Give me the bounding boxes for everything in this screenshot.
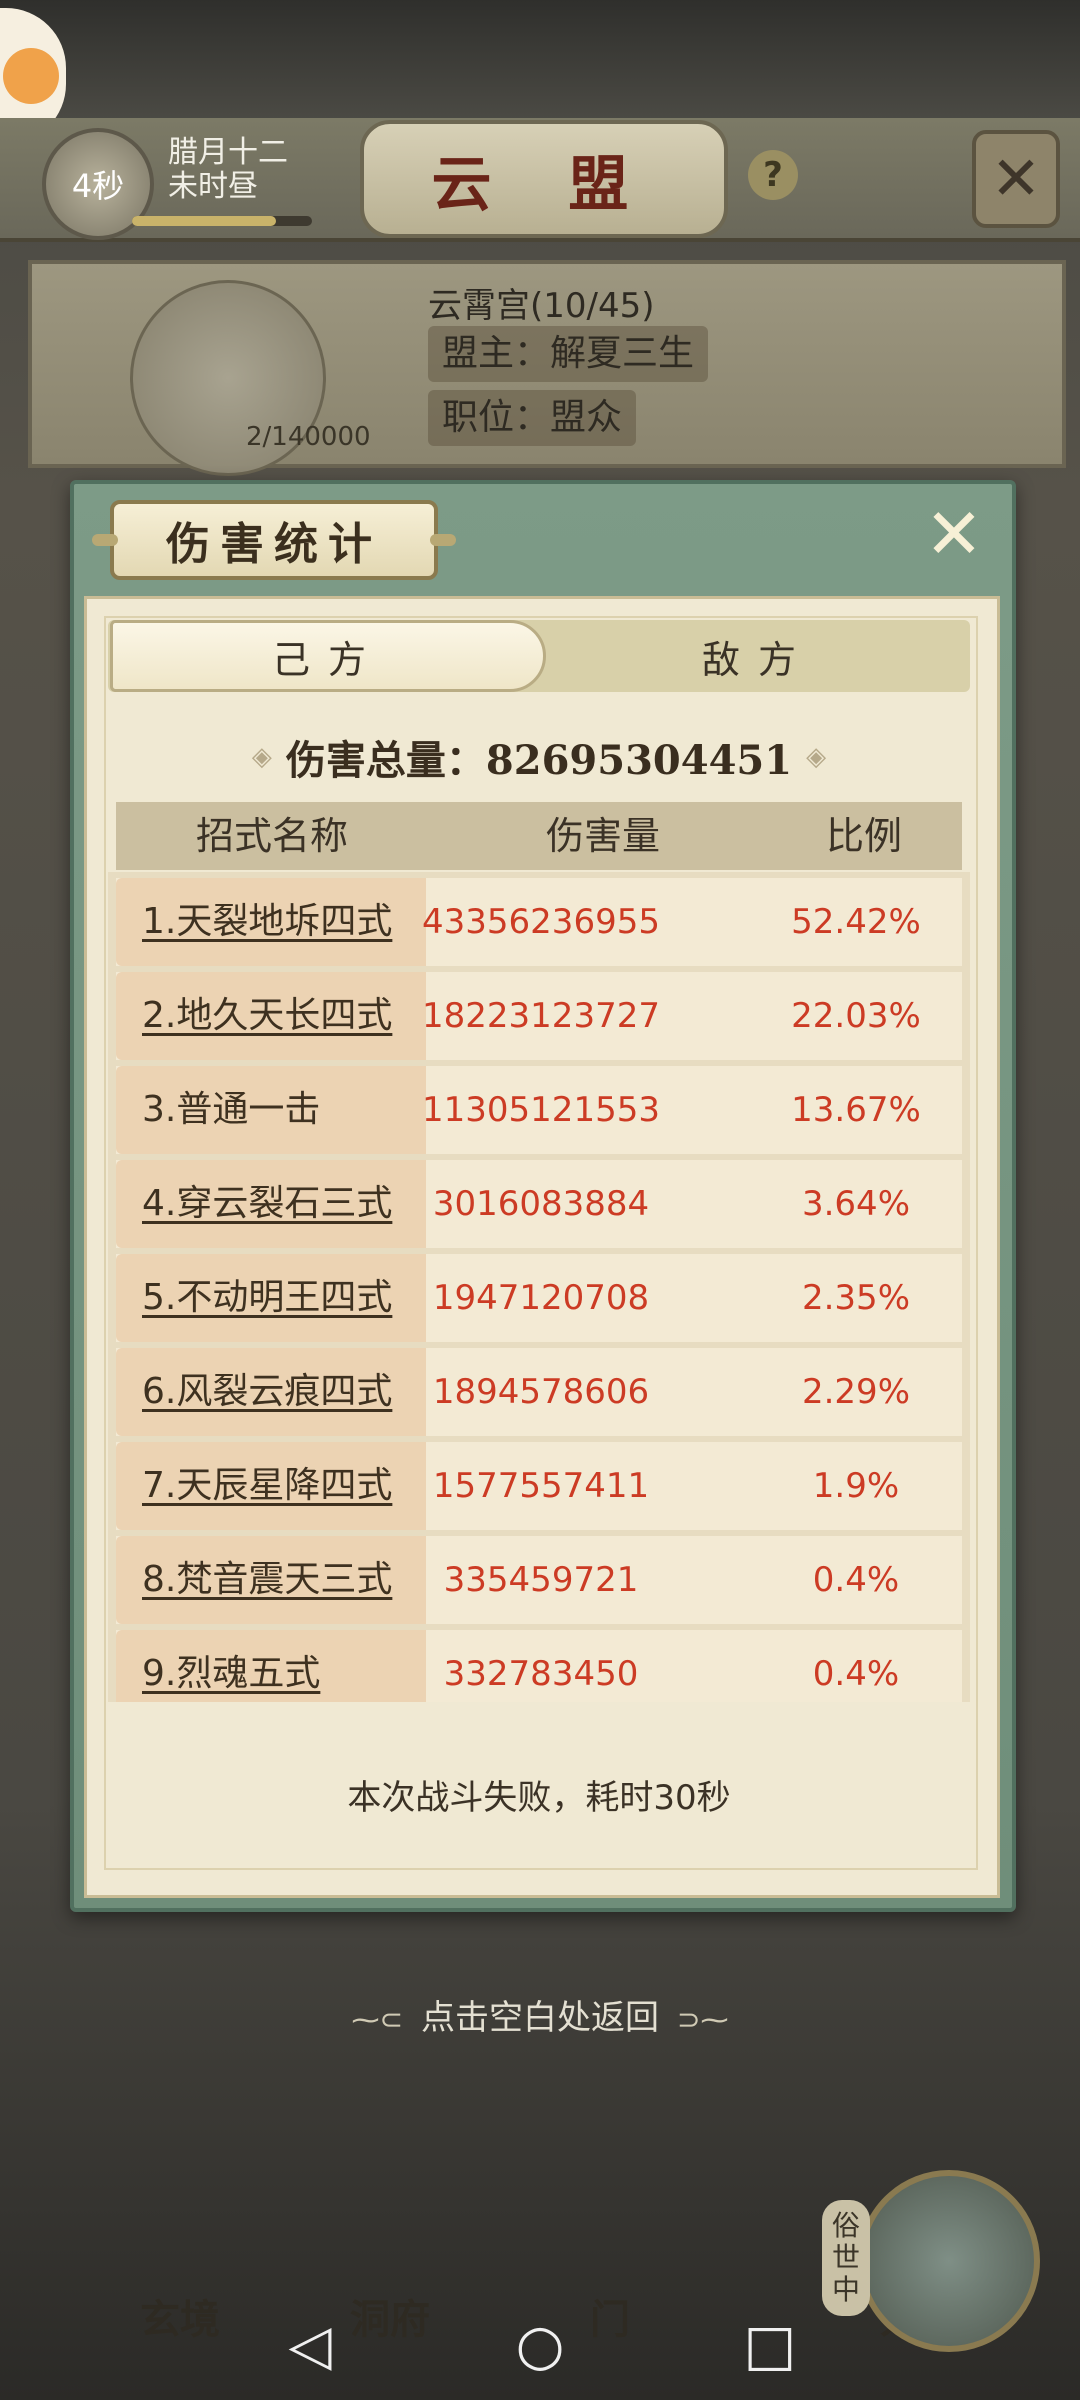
skill-name-link[interactable]: 2.地久天长四式 [142,972,392,1060]
scroll-ornament-icon: ⁓⊂ [351,2003,403,2036]
damage-value: 335459721 [443,1560,639,1600]
table-row: 5.不动明王四式 1947120708 2.35% [116,1254,962,1342]
gamepad-icon [3,48,59,104]
table-row: 8.梵音震天三式 335459721 0.4% [116,1536,962,1624]
guild-exp: 2/140000 [246,422,371,452]
table-row: 1.天裂地坼四式 43356236955 52.42% [116,878,962,966]
damage-ratio: 22.03% [791,996,921,1036]
modal-title: 伤害统计 [166,519,382,570]
damage-ratio: 2.29% [801,1372,910,1412]
table-row: 2.地久天长四式 18223123727 22.03% [116,972,962,1060]
damage-ratio: 0.4% [812,1654,900,1694]
table-row: 3.普通一击 11305121553 13.67% [116,1066,962,1154]
battle-result-text: 本次战斗失败，耗时30秒 [347,1778,731,1818]
table-header: 招式名称 伤害量 比例 [116,802,962,870]
skill-name-link[interactable]: 4.穿云裂石三式 [142,1160,392,1248]
column-header-damage: 伤害量 [546,814,661,858]
skill-name-link[interactable]: 5.不动明王四式 [142,1254,392,1342]
damage-ratio: 52.42% [791,902,921,942]
recents-square-icon[interactable]: □ [730,2305,810,2385]
tap-to-return-label: 点击空白处返回 [421,1998,659,2038]
damage-value: 1947120708 [432,1278,650,1318]
back-triangle-icon[interactable]: ◁ [270,2305,350,2385]
damage-value: 11305121553 [422,1090,660,1130]
total-damage: ◈ 伤害总量：82695304451 ◈ [108,716,970,798]
page-title-plaque: 云 盟 [360,120,728,238]
skill-name-link[interactable]: 7.天辰星降四式 [142,1442,392,1530]
damage-table[interactable]: 1.天裂地坼四式 43356236955 52.42% 2.地久天长四式 182… [108,872,970,1702]
scroll-ornament-icon: ⊃⁓ [677,2003,729,2036]
system-nav-bar: ◁ ○ □ [0,2290,1080,2400]
table-row: 9.烈魂五式 332783450 0.4% [116,1630,962,1702]
skill-name-link[interactable]: 9.烈魂五式 [142,1630,320,1702]
close-icon[interactable]: ✕ [922,499,986,569]
column-header-ratio: 比例 [826,814,903,858]
skill-name-link[interactable]: 8.梵音震天三式 [142,1536,392,1624]
damage-ratio: 13.67% [791,1090,921,1130]
damage-ratio: 0.4% [812,1560,900,1600]
page-title: 云 盟 [431,149,657,220]
modal-title-plaque: 伤害统计 [92,500,456,580]
table-row: 4.穿云裂石三式 3016083884 3.64% [116,1160,962,1248]
table-row: 7.天辰星降四式 1577557411 1.9% [116,1442,962,1530]
help-icon[interactable]: ? [748,150,798,200]
guild-position: 职位：盟众 [428,390,637,446]
damage-value: 18223123727 [422,996,660,1036]
damage-value: 1577557411 [432,1466,650,1506]
total-damage-label: 伤害总量：82695304451 [285,737,793,784]
guild-name: 云霄宫(10/45) [428,286,655,326]
tab-own-side[interactable]: 己方 [110,620,546,692]
guild-leader: 盟主：解夏三生 [428,326,709,382]
crossed-swords-icon[interactable]: ✕ [972,130,1060,228]
damage-value: 332783450 [443,1654,639,1694]
damage-value: 1894578606 [432,1372,650,1412]
damage-value: 43356236955 [422,902,660,942]
home-circle-icon[interactable]: ○ [500,2305,580,2385]
tap-to-return-hint[interactable]: ⁓⊂ 点击空白处返回 ⊃⁓ [0,1990,1080,2039]
time-label: 未时昼 [168,169,258,204]
diamond-ornament-icon: ◈ [806,742,827,772]
table-row: 6.风裂云痕四式 1894578606 2.29% [116,1348,962,1436]
skill-name: 3.普通一击 [142,1089,321,1130]
tab-enemy-side[interactable]: 敌方 [548,620,968,692]
time-progress-bar [132,216,312,226]
skill-name-link[interactable]: 1.天裂地坼四式 [142,878,392,966]
damage-ratio: 2.35% [801,1278,910,1318]
damage-value: 3016083884 [432,1184,650,1224]
damage-ratio: 3.64% [801,1184,910,1224]
skill-name-link[interactable]: 6.风裂云痕四式 [142,1348,392,1436]
column-header-skill: 招式名称 [196,814,349,858]
side-tabs: 己方 敌方 [108,620,970,692]
date-label: 腊月十二 [168,135,288,170]
damage-ratio: 1.9% [812,1466,900,1506]
diamond-ornament-icon: ◈ [251,742,272,772]
